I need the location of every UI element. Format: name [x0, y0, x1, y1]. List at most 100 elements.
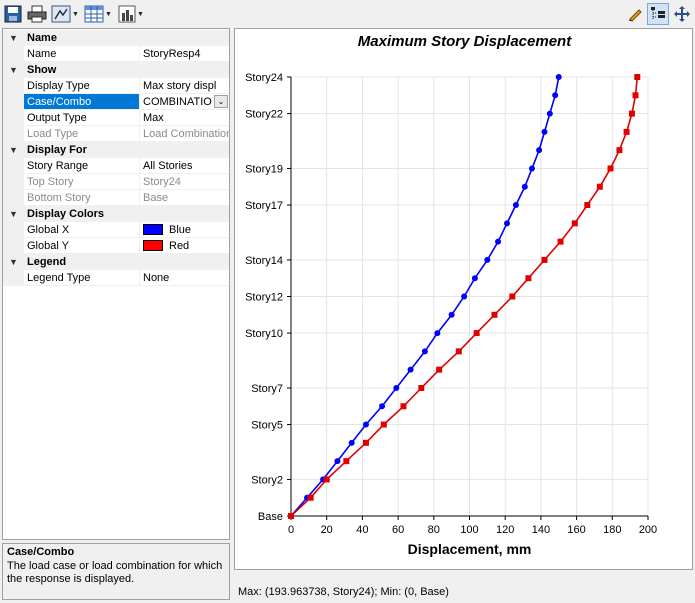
prop-row-case-combo[interactable]: Case/Combo COMBINATIO ⌄ — [3, 94, 229, 110]
color-name: Blue — [169, 224, 192, 236]
data-point-circle — [503, 220, 510, 227]
prop-value-color[interactable]: Red — [140, 238, 229, 254]
chevron-down-icon: ▼ — [72, 10, 79, 18]
prop-name: Top Story — [24, 174, 140, 190]
collapse-icon[interactable]: ▼ — [3, 257, 24, 267]
prop-row-global-x[interactable]: Global X Blue — [3, 222, 229, 238]
print-icon — [27, 5, 47, 23]
x-tick-label: 100 — [460, 524, 478, 536]
pencil-icon — [629, 9, 642, 22]
edit-button[interactable] — [624, 3, 646, 25]
x-tick-label: 60 — [392, 524, 404, 536]
save-icon — [4, 5, 22, 23]
collapse-icon[interactable]: ▼ — [3, 33, 24, 43]
prop-value[interactable]: StoryResp4 — [140, 46, 229, 62]
color-swatch — [143, 224, 163, 235]
data-point-square — [288, 513, 294, 519]
data-point-square — [616, 147, 623, 154]
x-tick-label: 40 — [356, 524, 368, 536]
data-point-circle — [512, 202, 519, 209]
prop-name: Case/Combo — [24, 94, 140, 110]
prop-name: Global Y — [24, 238, 140, 254]
data-point-circle — [348, 439, 355, 446]
data-point-square — [607, 165, 614, 172]
prop-value[interactable]: None — [140, 270, 229, 286]
y-tick-label: Story5 — [251, 420, 283, 432]
table-icon — [84, 5, 104, 23]
display-settings-button[interactable]: ▼ — [51, 4, 79, 24]
prop-name: Legend Type — [24, 270, 140, 286]
prop-name: Bottom Story — [24, 190, 140, 206]
y-tick-label: Story17 — [245, 200, 283, 212]
display-settings-icon — [51, 5, 71, 23]
toolbar: ▼ ▼ ▼ — [0, 0, 695, 28]
data-point-square — [343, 458, 350, 465]
help-description: The load case or load combination for wh… — [7, 560, 223, 585]
collapse-icon[interactable]: ▼ — [3, 209, 24, 219]
property-help-box: Case/Combo The load case or load combina… — [2, 543, 230, 600]
data-point-square — [473, 330, 480, 337]
y-tick-label: Story2 — [251, 474, 283, 486]
save-button[interactable] — [4, 4, 22, 24]
color-name: Red — [169, 240, 190, 252]
y-tick-label: Story14 — [245, 255, 283, 267]
prop-value[interactable]: Max story displ — [140, 78, 229, 94]
prop-value[interactable]: All Stories — [140, 158, 229, 174]
category-display-colors[interactable]: ▼ Display Colors — [3, 206, 229, 222]
prop-row-legend-type[interactable]: Legend Type None — [3, 270, 229, 286]
prop-value[interactable]: Max — [140, 110, 229, 126]
move-button[interactable] — [671, 3, 693, 25]
data-point-circle — [393, 384, 400, 391]
collapse-icon[interactable]: ▼ — [3, 65, 24, 75]
y-tick-label: Story24 — [245, 72, 283, 84]
dropdown-value: COMBINATIO — [143, 96, 212, 108]
category-name[interactable]: ▼ Name — [3, 30, 229, 46]
prop-name: Output Type — [24, 110, 140, 126]
y-tick-label: Story22 — [245, 109, 283, 121]
color-swatch — [143, 240, 163, 251]
chart-button[interactable]: ▼ — [118, 4, 144, 24]
data-point-circle — [555, 74, 562, 80]
prop-row-story-range[interactable]: Story Range All Stories — [3, 158, 229, 174]
category-show[interactable]: ▼ Show — [3, 62, 229, 78]
tree-view-button[interactable] — [647, 3, 669, 25]
move-icon — [674, 6, 690, 22]
category-label: Show — [27, 64, 57, 76]
chevron-down-icon: ▼ — [137, 10, 144, 18]
prop-value: Base — [140, 190, 229, 206]
prop-value-dropdown[interactable]: COMBINATIO ⌄ — [140, 94, 229, 110]
data-point-circle — [521, 183, 528, 190]
table-button[interactable]: ▼ — [84, 4, 112, 24]
chevron-down-icon: ▼ — [105, 10, 112, 18]
prop-row-name[interactable]: Name StoryResp4 — [3, 46, 229, 62]
chevron-down-icon[interactable]: ⌄ — [214, 95, 228, 108]
prop-value-color[interactable]: Blue — [140, 222, 229, 238]
prop-name: Global X — [24, 222, 140, 238]
data-point-circle — [495, 238, 502, 245]
chart-icon — [118, 5, 136, 23]
prop-row-top-story: Top Story Story24 — [3, 174, 229, 190]
data-point-square — [596, 183, 603, 190]
data-point-circle — [541, 128, 548, 135]
x-tick-label: 160 — [567, 524, 585, 536]
data-point-square — [307, 494, 314, 501]
prop-row-output-type[interactable]: Output Type Max — [3, 110, 229, 126]
data-point-square — [571, 220, 578, 227]
property-grid: ▼ Name Name StoryResp4 ▼ Show Display Ty… — [2, 28, 230, 540]
data-point-circle — [407, 366, 414, 373]
data-point-square — [628, 110, 635, 117]
collapse-icon[interactable]: ▼ — [3, 145, 24, 155]
category-display-for[interactable]: ▼ Display For — [3, 142, 229, 158]
print-button[interactable] — [27, 4, 47, 24]
data-point-square — [418, 384, 425, 391]
prop-row-global-y[interactable]: Global Y Red — [3, 238, 229, 254]
prop-name: Load Type — [24, 126, 140, 142]
data-point-square — [634, 74, 641, 80]
prop-row-display-type[interactable]: Display Type Max story displ — [3, 78, 229, 94]
data-point-square — [509, 293, 516, 300]
x-axis-label: Displacement, mm — [408, 541, 532, 557]
category-legend[interactable]: ▼ Legend — [3, 254, 229, 270]
data-point-circle — [434, 330, 441, 337]
x-tick-label: 180 — [603, 524, 621, 536]
data-point-square — [623, 128, 630, 135]
